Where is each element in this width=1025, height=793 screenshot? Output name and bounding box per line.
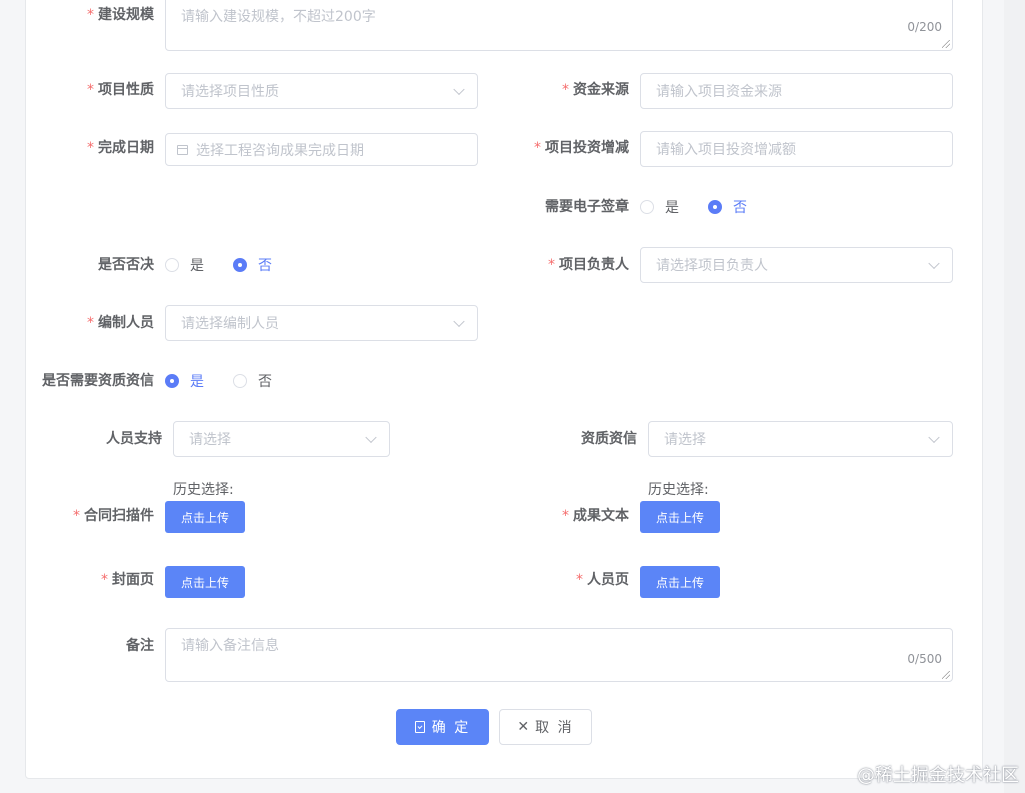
funding-placeholder: 请输入项目资金来源 — [656, 84, 782, 100]
need-qualification-radio-group: 是 否 — [165, 371, 302, 391]
editor-label: * 编制人员 — [87, 315, 154, 331]
investment-change-label: * 项目投资增减 — [534, 140, 629, 156]
page-scrollbar[interactable] — [1004, 0, 1025, 793]
finish-date-placeholder: 选择工程咨询成果完成日期 — [196, 142, 364, 159]
e-signature-option-yes[interactable]: 是 — [640, 197, 679, 217]
finish-date-label: * 完成日期 — [87, 140, 154, 156]
editor-select[interactable]: 请选择编制人员 — [165, 305, 478, 341]
e-signature-radio-group: 是 否 — [640, 197, 777, 217]
result-upload-button[interactable]: 点击上传 — [640, 501, 720, 533]
chevron-down-icon — [928, 257, 940, 270]
investment-change-input[interactable]: 请输入项目投资增减额 — [640, 131, 953, 167]
calendar-icon — [177, 144, 188, 155]
staff-support-placeholder: 请选择 — [189, 432, 231, 448]
staff-page-upload-button[interactable]: 点击上传 — [640, 566, 720, 598]
qualification-label: 资质资信 — [581, 431, 637, 447]
scale-char-count: 0/200 — [907, 20, 942, 34]
close-icon: ✕ — [517, 719, 530, 735]
veto-radio-group: 是 否 — [165, 255, 302, 275]
watermark: @稀土掘金技术社区 — [857, 765, 1019, 786]
chevron-down-icon — [453, 83, 465, 96]
finish-date-picker[interactable]: 选择工程咨询成果完成日期 — [165, 133, 478, 166]
remarks-textarea[interactable]: 请输入备注信息 0/500 — [165, 628, 953, 682]
chevron-down-icon — [365, 431, 377, 444]
staff-page-label: * 人员页 — [576, 572, 629, 588]
scale-placeholder: 请输入建设规模，不超过200字 — [181, 9, 376, 25]
staff-support-label: 人员支持 — [106, 431, 162, 447]
veto-option-no[interactable]: 否 — [233, 255, 272, 275]
e-signature-option-no[interactable]: 否 — [708, 197, 747, 217]
chevron-down-icon — [928, 431, 940, 444]
cover-page-label: * 封面页 — [101, 572, 154, 588]
need-qualification-label: 是否需要资质资信 — [42, 373, 154, 389]
need-qualification-option-yes[interactable]: 是 — [165, 371, 204, 391]
funding-label: * 资金来源 — [562, 82, 629, 98]
contract-upload-button[interactable]: 点击上传 — [165, 501, 245, 533]
scale-label: * 建设规模 — [87, 7, 154, 23]
resize-grip-icon[interactable] — [942, 671, 950, 679]
resize-grip-icon[interactable] — [942, 40, 950, 48]
remarks-placeholder: 请输入备注信息 — [181, 638, 279, 654]
cover-upload-button[interactable]: 点击上传 — [165, 566, 245, 598]
veto-option-yes[interactable]: 是 — [165, 255, 204, 275]
qualification-select[interactable]: 请选择 — [648, 421, 953, 457]
funding-input[interactable]: 请输入项目资金来源 — [640, 73, 953, 109]
staff-support-select[interactable]: 请选择 — [173, 421, 390, 457]
remarks-char-count: 0/500 — [907, 652, 942, 666]
confirm-button[interactable]: 确 定 — [396, 709, 489, 745]
document-check-icon — [414, 721, 425, 733]
manager-label: * 项目负责人 — [548, 257, 629, 273]
nature-select[interactable]: 请选择项目性质 — [165, 73, 478, 109]
manager-select[interactable]: 请选择项目负责人 — [640, 247, 953, 283]
result-history-label: 历史选择: — [648, 482, 709, 498]
investment-change-placeholder: 请输入项目投资增减额 — [656, 142, 796, 158]
veto-label: 是否否决 — [98, 257, 154, 273]
result-text-label: * 成果文本 — [562, 508, 629, 524]
need-qualification-option-no[interactable]: 否 — [233, 371, 272, 391]
chevron-down-icon — [453, 315, 465, 328]
contract-history-label: 历史选择: — [173, 482, 234, 498]
e-signature-label: 需要电子签章 — [545, 199, 629, 215]
editor-placeholder: 请选择编制人员 — [181, 316, 279, 332]
nature-placeholder: 请选择项目性质 — [181, 84, 279, 100]
remarks-label: 备注 — [126, 638, 154, 654]
cancel-button[interactable]: ✕ 取 消 — [499, 709, 592, 745]
nature-label: * 项目性质 — [87, 82, 154, 98]
qualification-placeholder: 请选择 — [664, 432, 706, 448]
scale-textarea[interactable]: 请输入建设规模，不超过200字 0/200 — [165, 0, 953, 51]
contract-scan-label: * 合同扫描件 — [73, 508, 154, 524]
manager-placeholder: 请选择项目负责人 — [656, 258, 768, 274]
